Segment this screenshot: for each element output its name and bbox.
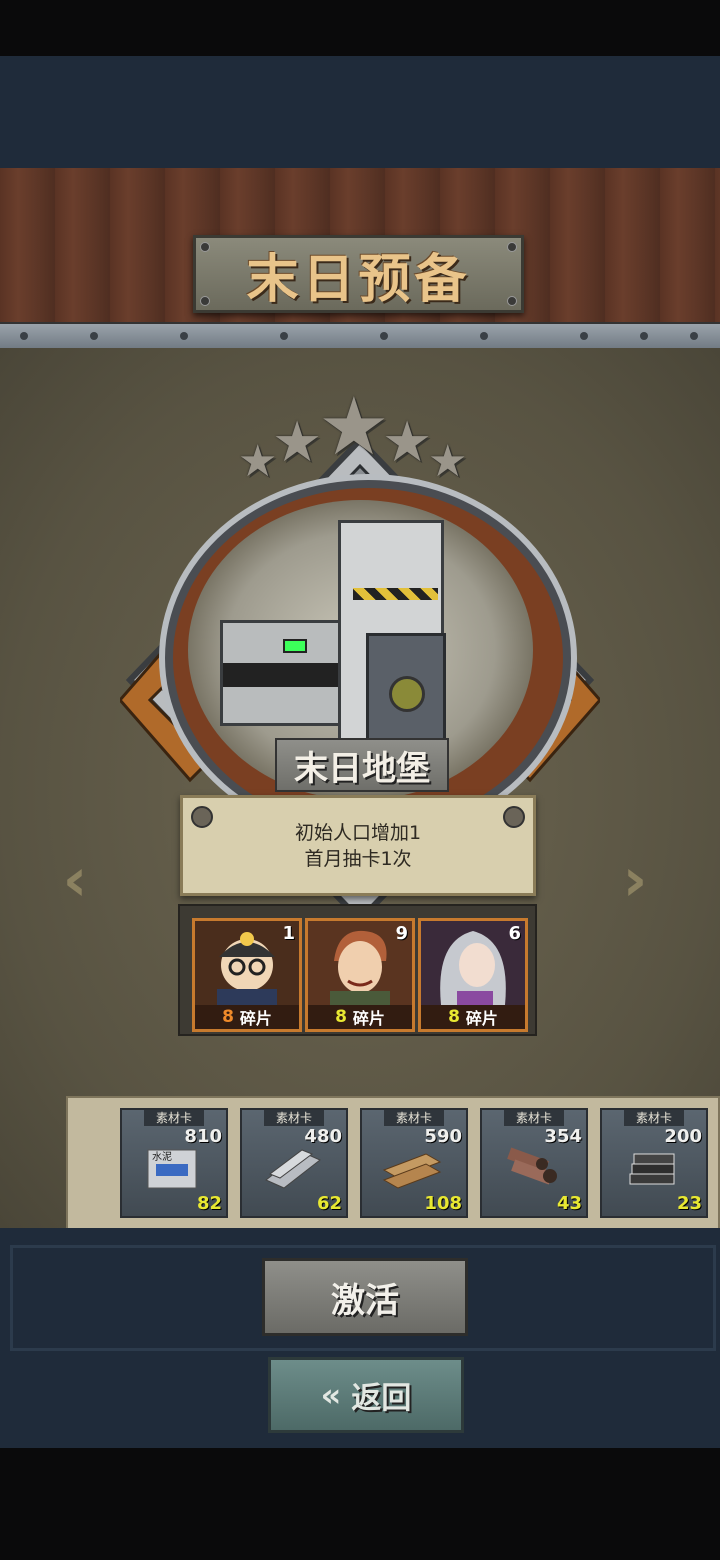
screw-icon xyxy=(191,806,213,828)
material-card[interactable]: 素材卡 590 108 xyxy=(360,1108,468,1218)
character-card-row: 1 8 碎片 9 8 碎片 6 8 碎片 xyxy=(178,904,537,1036)
material-tag: 素材卡 xyxy=(504,1110,564,1126)
star-icon: ★ xyxy=(428,436,468,487)
material-card[interactable]: 素材卡 354 43 xyxy=(480,1108,588,1218)
material-required: 354 xyxy=(544,1126,582,1147)
fragment-label: 碎片 xyxy=(465,1009,498,1028)
material-card[interactable]: 素材卡 200 23 xyxy=(600,1108,708,1218)
svg-text:水泥: 水泥 xyxy=(152,1150,172,1163)
steel-plate-icon xyxy=(265,1149,321,1189)
character-card[interactable]: 9 8 碎片 xyxy=(305,918,415,1032)
fragment-count: 8 xyxy=(222,1007,234,1027)
back-label: 返回 xyxy=(351,1381,412,1416)
rivet-icon xyxy=(200,242,210,252)
back-button[interactable]: « 返回 xyxy=(268,1357,464,1433)
rivet-icon xyxy=(507,296,517,306)
material-tag: 素材卡 xyxy=(384,1110,444,1126)
material-required: 810 xyxy=(184,1126,222,1147)
description-note: 初始人口增加1 首月抽卡1次 xyxy=(180,795,536,896)
description-line-1: 初始人口增加1 xyxy=(294,821,422,844)
status-led-icon xyxy=(283,639,307,653)
star-icon: ★ xyxy=(382,410,433,475)
material-owned: 82 xyxy=(196,1193,222,1214)
material-required: 200 xyxy=(664,1126,702,1147)
status-bar xyxy=(0,0,720,56)
screw-icon xyxy=(503,806,525,828)
character-count: 6 xyxy=(508,923,521,944)
back-arrow-icon: « xyxy=(320,1376,342,1414)
star-icon: ★ xyxy=(318,380,390,473)
material-required: 480 xyxy=(304,1126,342,1147)
emblem-name: 末日地堡 xyxy=(294,748,430,789)
emblem-name-plate: 末日地堡 xyxy=(275,738,449,792)
top-bar xyxy=(0,56,720,168)
title-plate: 末日预备 xyxy=(193,235,524,313)
material-owned: 62 xyxy=(316,1193,342,1214)
fragment-label: 碎片 xyxy=(239,1009,272,1028)
material-tag: 素材卡 xyxy=(624,1110,684,1126)
bunker-tower xyxy=(338,520,446,769)
character-card[interactable]: 1 8 碎片 xyxy=(192,918,302,1032)
hazard-stripe xyxy=(353,588,438,600)
material-card[interactable]: 素材卡 480 62 xyxy=(240,1108,348,1218)
material-owned: 108 xyxy=(424,1193,462,1214)
material-panel: 素材卡 810 水泥 82 素材卡 480 62 素材卡 590 108 素材卡… xyxy=(66,1096,720,1230)
wood-plank-icon xyxy=(382,1153,442,1189)
rivet-icon xyxy=(200,296,210,306)
activate-label: 激活 xyxy=(331,1280,399,1321)
description-line-2: 首月抽卡1次 xyxy=(304,847,412,870)
character-count: 9 xyxy=(395,923,408,944)
door-wheel-icon xyxy=(389,676,425,712)
page-title: 末日预备 xyxy=(246,249,471,310)
pipe-icon xyxy=(507,1147,557,1185)
cement-icon: 水泥 xyxy=(147,1149,197,1189)
prev-arrow-icon[interactable]: ‹ xyxy=(55,845,95,915)
fragment-count: 8 xyxy=(335,1007,347,1027)
star-icon: ★ xyxy=(272,410,323,475)
bunker-building xyxy=(220,620,356,726)
rivet-icon xyxy=(507,242,517,252)
material-tag: 素材卡 xyxy=(264,1110,324,1126)
character-card[interactable]: 6 8 碎片 xyxy=(418,918,528,1032)
character-count: 1 xyxy=(282,923,295,944)
fragment-label: 碎片 xyxy=(352,1009,385,1028)
book-stack-icon xyxy=(629,1153,675,1185)
material-owned: 43 xyxy=(556,1193,582,1214)
fragment-count: 8 xyxy=(448,1007,460,1027)
material-required: 590 xyxy=(424,1126,462,1147)
material-tag: 素材卡 xyxy=(144,1110,204,1126)
material-card[interactable]: 素材卡 810 水泥 82 xyxy=(120,1108,228,1218)
next-arrow-icon[interactable]: › xyxy=(615,845,655,915)
navigation-bar xyxy=(0,1448,720,1560)
material-owned: 23 xyxy=(676,1193,702,1214)
activate-button[interactable]: 激活 xyxy=(262,1258,468,1336)
